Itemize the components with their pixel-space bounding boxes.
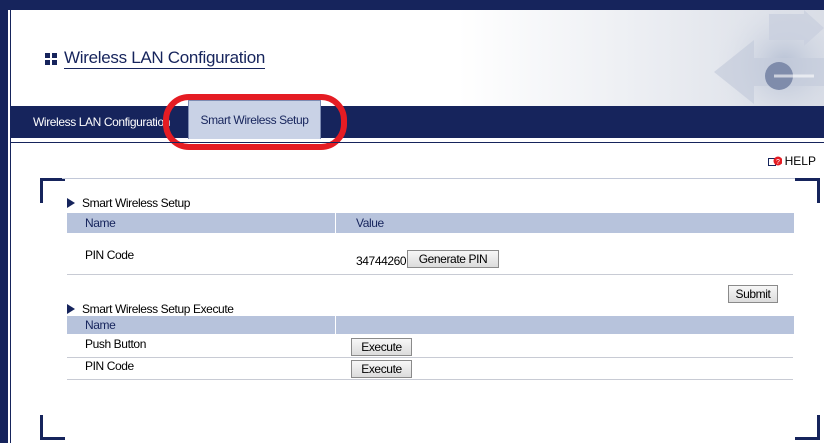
- help-icon: ?: [767, 156, 782, 166]
- execute-pin-code-button[interactable]: Execute: [351, 360, 412, 378]
- left-frame-bar: [0, 10, 8, 443]
- header-separator: [11, 142, 824, 143]
- frame-corner-top-right: [795, 178, 820, 203]
- section-title-setup-label: Smart Wireless Setup: [82, 196, 191, 210]
- triangle-right-icon: [67, 304, 75, 314]
- arrows-logo-icon: [710, 10, 824, 106]
- setup-row-divider: [67, 274, 793, 275]
- setup-header-value-label: Value: [356, 216, 384, 230]
- execute-push-button[interactable]: Execute: [351, 338, 412, 356]
- execute-row-divider-1: [67, 357, 793, 358]
- frame-corner-top-left: [40, 178, 65, 203]
- submit-button[interactable]: Submit: [728, 285, 778, 303]
- help-link[interactable]: ? HELP: [767, 154, 816, 168]
- help-label: HELP: [784, 154, 816, 168]
- section-title-execute: Smart Wireless Setup Execute: [67, 302, 234, 316]
- setup-row-name: PIN Code: [85, 248, 134, 262]
- frame-corner-bottom-left: [40, 415, 65, 440]
- execute-header-action: [335, 316, 794, 334]
- section-title-execute-label: Smart Wireless Setup Execute: [82, 302, 234, 316]
- pin-code-value: 34744260: [356, 254, 407, 268]
- top-frame-bar: [0, 0, 824, 10]
- nav-bar: Wireless LAN Configuration Smart Wireles…: [11, 100, 824, 139]
- setup-header-value: Value: [335, 213, 794, 233]
- frame-corner-bottom-right: [795, 415, 820, 440]
- page-title-wrap: Wireless LAN Configuration: [45, 48, 265, 69]
- execute-header-name-label: Name: [85, 318, 116, 332]
- execute-row-divider-2: [67, 379, 793, 380]
- tab-wireless-lan-configuration[interactable]: Wireless LAN Configuration: [33, 106, 170, 138]
- execute-row-pin-code-name: PIN Code: [85, 359, 134, 373]
- execute-row-push-button-name: Push Button: [85, 337, 146, 351]
- frame-top-line: [62, 178, 795, 179]
- setup-header-name-label: Name: [85, 216, 116, 230]
- generate-pin-button[interactable]: Generate PIN: [407, 250, 499, 268]
- page-title: Wireless LAN Configuration: [64, 48, 266, 69]
- section-title-setup: Smart Wireless Setup: [67, 196, 190, 210]
- execute-header-name: Name: [67, 316, 335, 334]
- svg-text:?: ?: [776, 159, 780, 166]
- setup-header-name: Name: [67, 213, 335, 233]
- grid-icon: [45, 52, 57, 65]
- triangle-right-icon: [67, 198, 75, 208]
